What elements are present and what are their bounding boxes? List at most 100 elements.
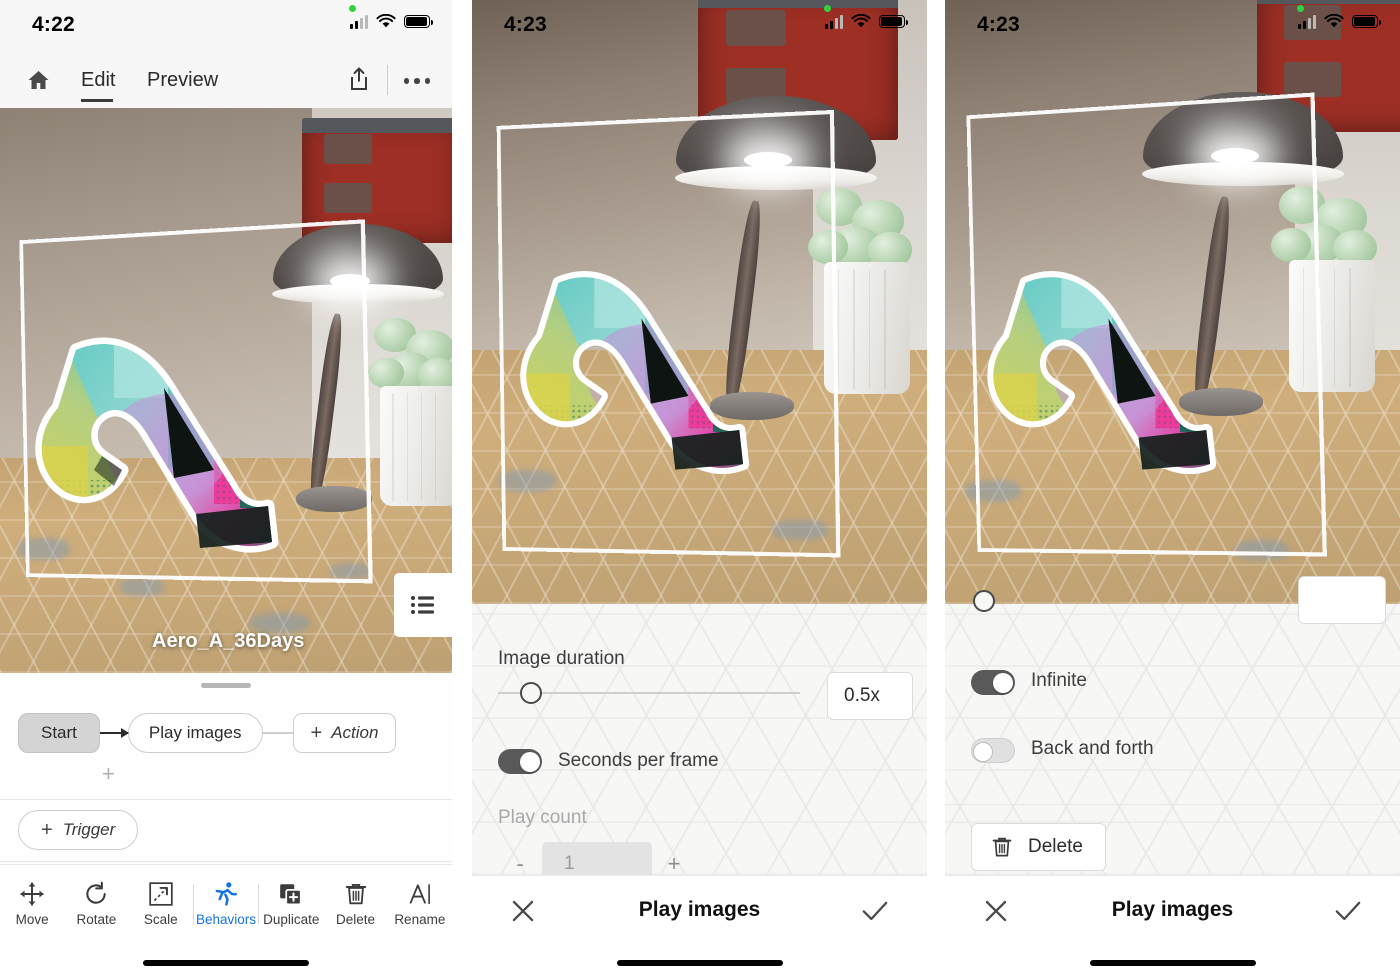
add-behavior-plus-icon[interactable]: +: [102, 761, 115, 787]
green-recording-dot: [824, 5, 831, 12]
tool-rotate-label: Rotate: [76, 912, 117, 927]
tool-rotate[interactable]: Rotate: [64, 881, 128, 927]
behavior-start-node[interactable]: Start: [18, 713, 100, 753]
wifi-icon: [1324, 14, 1344, 28]
aero-a-artwork[interactable]: [971, 262, 1291, 498]
share-icon[interactable]: [348, 66, 370, 92]
tool-move-label: Move: [15, 912, 49, 927]
tool-delete[interactable]: Delete: [323, 881, 387, 927]
behavior-action-play-images[interactable]: Play images: [127, 713, 263, 753]
tab-edit[interactable]: Edit: [81, 69, 115, 92]
home-indicator: [616, 960, 783, 966]
chain-arrow: [99, 728, 129, 738]
add-trigger-plus-icon: +: [41, 818, 53, 841]
slider-knob[interactable]: [520, 682, 543, 704]
add-trigger-button[interactable]: + Trigger: [18, 810, 139, 850]
add-trigger-label: Trigger: [62, 820, 116, 839]
add-action-button[interactable]: + Action: [292, 713, 397, 753]
play-images-settings-sheet: Image duration 0.5x Seconds per frame Pl…: [472, 604, 927, 886]
toggle-knob: [992, 672, 1013, 693]
back-and-forth-toggle[interactable]: [971, 738, 1015, 763]
seconds-per-frame-label: Seconds per frame: [558, 750, 719, 771]
status-time: 4:22: [32, 13, 75, 36]
status-icons: [350, 14, 434, 29]
battery-icon: [1352, 15, 1382, 28]
slider-track: [498, 692, 800, 694]
wifi-icon: [376, 14, 396, 28]
battery-icon: [404, 15, 434, 28]
image-duration-label: Image duration: [498, 648, 625, 669]
image-duration-value[interactable]: 0.5x: [827, 672, 913, 720]
wifi-icon: [851, 14, 871, 28]
status-time: 4:23: [977, 13, 1020, 36]
section-divider: [0, 861, 452, 862]
status-time: 4:23: [504, 13, 547, 36]
green-recording-dot: [349, 5, 356, 12]
ar-canvas[interactable]: [945, 0, 1400, 604]
sheet-action-bar: Play images: [945, 875, 1400, 979]
scrolled-slider-knob[interactable]: [973, 590, 995, 612]
play-count-decrement[interactable]: -: [498, 851, 542, 877]
infinite-toggle[interactable]: [971, 670, 1015, 695]
tool-rename[interactable]: Rename: [388, 881, 452, 927]
sheet-texture: [472, 604, 927, 875]
top-navigation-bar: Edit Preview: [0, 52, 452, 108]
close-x-icon[interactable]: [983, 898, 1009, 924]
toggle-knob: [519, 751, 540, 772]
image-duration-slider[interactable]: [498, 682, 800, 704]
checkmark-icon[interactable]: [1334, 898, 1362, 924]
floor-tile-accent: [120, 578, 164, 596]
tab-preview[interactable]: Preview: [147, 69, 218, 92]
plant-leaf: [368, 358, 404, 388]
tool-duplicate-label: Duplicate: [263, 912, 320, 927]
object-list-button[interactable]: [394, 573, 452, 637]
rename-text-icon: [409, 884, 430, 905]
aero-a-artwork[interactable]: [504, 262, 824, 498]
home-indicator: [1089, 960, 1256, 966]
tool-scale[interactable]: Scale: [129, 881, 193, 927]
behaviors-panel: Start Play images + Action + + Trigger: [0, 673, 452, 865]
status-bar: 4:23: [945, 0, 1400, 52]
play-count-label: Play count: [498, 807, 587, 828]
status-icons: [1298, 14, 1382, 29]
ar-canvas[interactable]: [472, 0, 927, 604]
seconds-per-frame-toggle[interactable]: [498, 749, 542, 774]
trash-icon: [992, 837, 1012, 857]
delete-behavior-button[interactable]: Delete: [971, 823, 1106, 871]
tool-rename-label: Rename: [394, 912, 446, 927]
home-indicator: [143, 960, 309, 966]
active-tab-indicator: [81, 99, 113, 102]
tool-duplicate[interactable]: Duplicate: [259, 881, 323, 927]
back-and-forth-label: Back and forth: [1031, 738, 1154, 759]
phone-panel-edit-mode: 4:22 Edit Preview Aero_A_36Days Start Pl…: [0, 0, 452, 979]
tool-behaviors[interactable]: Behaviors: [194, 881, 258, 927]
chain-connector: [262, 732, 293, 734]
add-action-label: Action: [331, 723, 379, 742]
cellular-signal-icon: [1298, 14, 1316, 29]
more-options-icon[interactable]: [403, 78, 430, 84]
status-bar: 4:22: [0, 0, 452, 52]
scale-icon: [149, 882, 173, 906]
object-toolbar: Move Rotate Scale Behaviors Duplicate De…: [0, 865, 452, 943]
sheet-title: Play images: [1111, 898, 1234, 921]
cellular-signal-icon: [350, 14, 368, 29]
section-divider: [945, 804, 1400, 805]
section-divider: [0, 799, 452, 800]
status-bar: 4:23: [472, 0, 927, 52]
green-recording-dot: [1297, 5, 1304, 12]
sheet-drag-handle[interactable]: [201, 683, 251, 688]
tool-move[interactable]: Move: [0, 881, 64, 927]
play-count-increment[interactable]: +: [652, 851, 696, 877]
delete-label: Delete: [1028, 836, 1083, 857]
sheet-action-bar: Play images: [472, 875, 927, 979]
battery-icon: [879, 15, 909, 28]
ar-canvas[interactable]: Aero_A_36Days: [0, 108, 452, 673]
object-name-label: Aero_A_36Days: [152, 630, 305, 652]
aero-a-artwork[interactable]: [18, 328, 358, 578]
checkmark-icon[interactable]: [861, 898, 889, 924]
home-icon[interactable]: [26, 68, 51, 92]
play-images-settings-sheet: Infinite Back and forth Delete: [945, 576, 1400, 875]
cellular-signal-icon: [825, 14, 843, 29]
close-x-icon[interactable]: [510, 898, 536, 924]
scrolled-value-box[interactable]: [1298, 576, 1386, 624]
